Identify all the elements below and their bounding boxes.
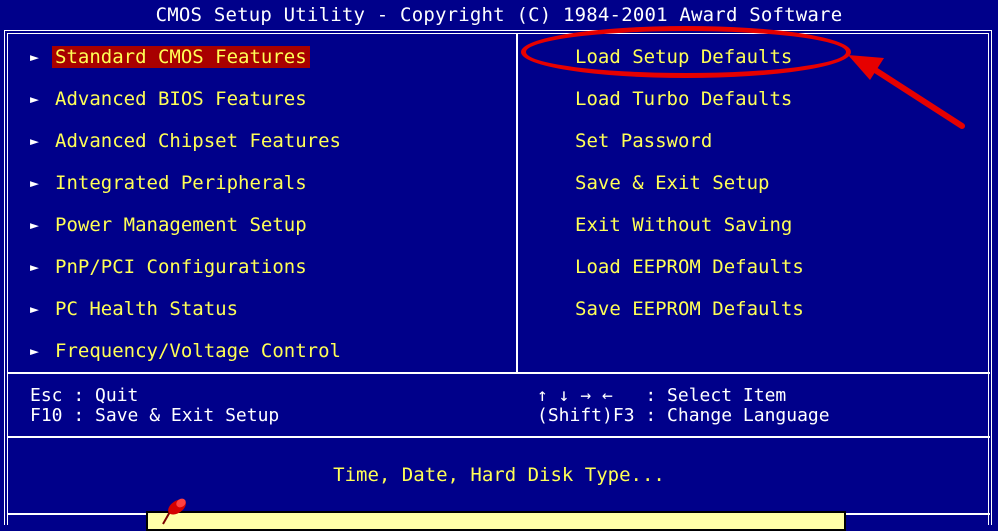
menu-item-label: PnP/PCI Configurations xyxy=(55,256,307,278)
menu-item-label: Exit Without Saving xyxy=(575,214,793,236)
submenu-arrow-icon: ► xyxy=(30,300,40,318)
submenu-arrow-icon: ► xyxy=(30,342,40,360)
menu-item-label: Save EEPROM Defaults xyxy=(575,298,804,320)
menu-item-power-management-setup[interactable]: ► Power Management Setup xyxy=(30,204,344,246)
submenu-arrow-icon: ► xyxy=(30,258,40,276)
submenu-arrow-icon: ► xyxy=(30,174,40,192)
menu-item-label: Load Setup Defaults xyxy=(575,46,793,68)
menu-item-standard-cmos-features[interactable]: ► Standard CMOS Features xyxy=(30,36,344,78)
menu-item-advanced-bios-features[interactable]: ► Advanced BIOS Features xyxy=(30,78,344,120)
menu-item-save-eeprom-defaults[interactable]: Save EEPROM Defaults xyxy=(572,288,807,330)
menu-item-integrated-peripherals[interactable]: ► Integrated Peripherals xyxy=(30,162,344,204)
submenu-arrow-icon: ► xyxy=(30,48,40,66)
submenu-arrow-icon: ► xyxy=(30,216,40,234)
menu-item-label: Advanced Chipset Features xyxy=(55,130,341,152)
column-divider xyxy=(516,34,518,372)
bottom-border-left xyxy=(8,513,146,515)
submenu-arrow-icon: ► xyxy=(30,132,40,150)
menu-item-label: Power Management Setup xyxy=(55,214,307,236)
help-change-language: (Shift)F3 : Change Language xyxy=(537,405,830,426)
note-box xyxy=(146,511,846,531)
status-line: Time, Date, Hard Disk Type... xyxy=(333,464,665,486)
menu-item-set-password[interactable]: Set Password xyxy=(572,120,807,162)
help-esc-quit: Esc : Quit xyxy=(30,385,139,406)
bottom-border-right xyxy=(846,513,990,515)
menu-item-label: Standard CMOS Features xyxy=(52,46,310,68)
menu-bottom-divider xyxy=(8,372,990,374)
window-title: CMOS Setup Utility - Copyright (C) 1984-… xyxy=(0,0,998,30)
menu-item-label: Integrated Peripherals xyxy=(55,172,307,194)
menu-item-pc-health-status[interactable]: ► PC Health Status xyxy=(30,288,344,330)
menu-item-label: Set Password xyxy=(575,130,713,152)
menu-item-load-eeprom-defaults[interactable]: Load EEPROM Defaults xyxy=(572,246,807,288)
menu-item-label: Load Turbo Defaults xyxy=(575,88,793,110)
submenu-arrow-icon: ► xyxy=(30,90,40,108)
menu-item-advanced-chipset-features[interactable]: ► Advanced Chipset Features xyxy=(30,120,344,162)
menu-item-label: Save & Exit Setup xyxy=(575,172,770,194)
menu-item-frequency-voltage-control[interactable]: ► Frequency/Voltage Control xyxy=(30,330,344,372)
pushpin-icon xyxy=(162,498,186,525)
menu-item-exit-without-saving[interactable]: Exit Without Saving xyxy=(572,204,807,246)
left-menu: ► Standard CMOS Features ► Advanced BIOS F… xyxy=(30,36,344,372)
menu-item-label: Advanced BIOS Features xyxy=(55,88,307,110)
help-select-item: ↑ ↓ → ← : Select Item xyxy=(537,385,787,406)
menu-item-pnp-pci-configurations[interactable]: ► PnP/PCI Configurations xyxy=(30,246,344,288)
menu-item-load-turbo-defaults[interactable]: Load Turbo Defaults xyxy=(572,78,807,120)
right-menu: Load Setup Defaults Load Turbo Defaults … xyxy=(572,36,807,330)
help-bottom-divider xyxy=(8,436,990,438)
menu-item-label: PC Health Status xyxy=(55,298,239,320)
menu-item-load-setup-defaults[interactable]: Load Setup Defaults xyxy=(572,36,807,78)
menu-item-label: Frequency/Voltage Control xyxy=(55,340,341,362)
menu-item-save-exit-setup[interactable]: Save & Exit Setup xyxy=(572,162,807,204)
help-f10-save-exit: F10 : Save & Exit Setup xyxy=(30,405,280,426)
menu-item-label: Load EEPROM Defaults xyxy=(575,256,804,278)
